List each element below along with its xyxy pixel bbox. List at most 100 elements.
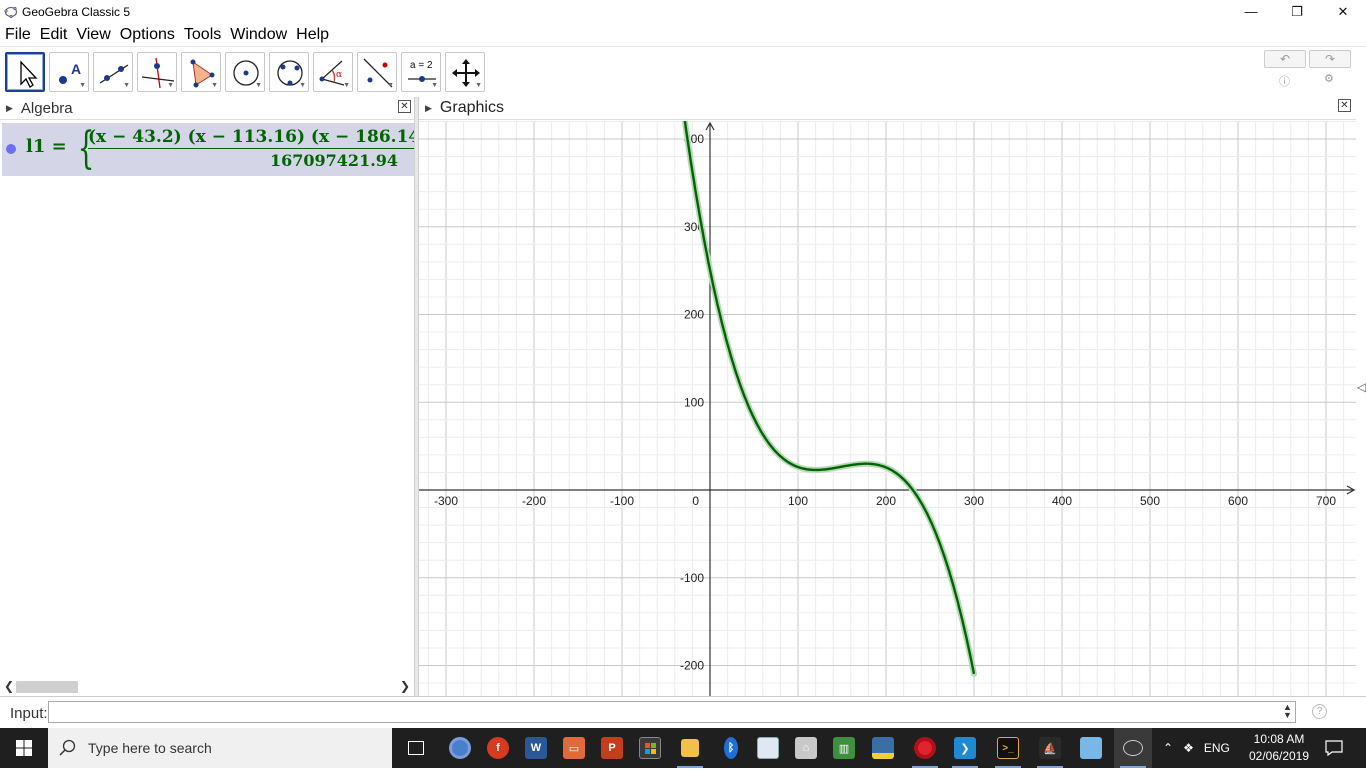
menu-file[interactable]: File — [1, 26, 35, 44]
input-bar: Input: ▲ ▼ ? — [0, 696, 1366, 728]
x-tick-label: 400 — [1052, 494, 1072, 508]
x-tick-label: 500 — [1140, 494, 1160, 508]
close-graphics-icon[interactable]: ✕ — [1338, 99, 1351, 112]
taskbar-app-ship[interactable]: ⛵ — [1031, 728, 1069, 768]
expand-triangle-icon[interactable]: ▶ — [425, 103, 432, 114]
scroll-left-icon[interactable]: ❮ — [4, 679, 14, 693]
x-tick-label: 600 — [1228, 494, 1248, 508]
y-tick-label: 100 — [684, 395, 704, 409]
taskbar-powerpoint[interactable]: P — [593, 728, 631, 768]
taskbar-flash[interactable]: f — [479, 728, 517, 768]
expand-triangle-icon[interactable]: ▶ — [6, 103, 13, 114]
graphics-canvas[interactable]: -300 -200 -100 0 100 200 300 400 500 600 700 400 300… — [419, 121, 1356, 696]
notepad-icon — [1080, 737, 1102, 759]
polygon-tool-button[interactable]: ▼ — [181, 52, 221, 92]
move-tool-button[interactable] — [5, 52, 45, 92]
algebra-item-name: l1 = — [26, 136, 67, 157]
taskbar-ssms[interactable]: ▭ — [555, 728, 593, 768]
x-tick-label: -300 — [434, 494, 458, 508]
input-field[interactable] — [48, 701, 1296, 723]
line-tool-button[interactable]: ▼ — [93, 52, 133, 92]
input-label: Input: — [10, 705, 48, 722]
taskbar-file-explorer[interactable] — [671, 728, 709, 768]
undo-icon: ↶ — [1279, 52, 1291, 66]
minimize-button[interactable]: — — [1228, 0, 1274, 23]
taskbar-vscode[interactable]: ❯ — [946, 728, 984, 768]
task-view-button[interactable] — [397, 728, 435, 768]
geogebra-icon — [1123, 740, 1143, 756]
scroll-thumb[interactable] — [16, 681, 78, 693]
tray-chevron-icon[interactable]: ⌃ — [1163, 741, 1173, 755]
algebra-item-l1[interactable]: l1 = { (x − 43.2) (x − 113.16) (x − 186.… — [2, 123, 414, 176]
y-tick-label: -200 — [680, 659, 704, 673]
app-window-icon — [757, 737, 779, 759]
windows-logo-icon — [16, 740, 32, 756]
svg-text:α: α — [336, 70, 342, 80]
terminal-icon: >_ — [997, 737, 1019, 759]
angle-tool-button[interactable]: α ▼ — [313, 52, 353, 92]
menu-help[interactable]: Help — [292, 26, 333, 44]
taskbar-bluetooth[interactable]: ᛒ — [712, 728, 750, 768]
redo-button[interactable]: ↷ — [1309, 50, 1351, 68]
chrome-icon — [449, 737, 471, 759]
algebra-numerator: (x − 43.2) (x − 113.16) (x − 186.14) (x — [88, 127, 414, 147]
slider-tool-button[interactable]: a = 2 ▼ — [401, 52, 441, 92]
taskbar-terminal[interactable]: >_ — [989, 728, 1027, 768]
menu-options[interactable]: Options — [116, 26, 179, 44]
taskbar-app-blue[interactable] — [749, 728, 787, 768]
menu-view[interactable]: View — [72, 26, 114, 44]
taskbar-app-pen[interactable] — [1072, 728, 1110, 768]
settings-gear-icon[interactable]: ⚙ — [1324, 72, 1334, 85]
taskbar-word[interactable]: W — [517, 728, 555, 768]
taskbar-app-house[interactable]: ⌂ — [787, 728, 825, 768]
x-tick-label: 200 — [876, 494, 896, 508]
algebra-denominator: 167097421.94 — [270, 151, 399, 170]
taskbar-opera[interactable] — [906, 728, 944, 768]
algebra-view: l1 = { (x − 43.2) (x − 113.16) (x − 186.… — [0, 120, 414, 678]
undo-button[interactable]: ↶ — [1264, 50, 1306, 68]
x-tick-label: 300 — [964, 494, 984, 508]
x-tick-label: 0 — [692, 494, 699, 508]
flash-icon: f — [487, 737, 509, 759]
menu-window[interactable]: Window — [226, 26, 291, 44]
taskbar-chrome[interactable] — [441, 728, 479, 768]
powerpoint-icon: P — [601, 737, 623, 759]
perpendicular-tool-button[interactable]: ▼ — [137, 52, 177, 92]
help-icon[interactable]: ⓘ — [1279, 73, 1290, 89]
store-icon — [639, 737, 661, 759]
menu-edit[interactable]: Edit — [36, 26, 72, 44]
visibility-toggle[interactable] — [6, 144, 16, 154]
move-graphics-button[interactable]: ▼ — [445, 52, 485, 92]
restore-button[interactable]: ❐ — [1274, 0, 1320, 23]
taskbar-geogebra[interactable] — [1114, 728, 1152, 768]
input-history-arrows-icon[interactable]: ▲ ▼ — [1283, 703, 1292, 720]
taskbar-store[interactable] — [631, 728, 669, 768]
conic-tool-button[interactable]: ▼ — [269, 52, 309, 92]
start-button[interactable] — [0, 728, 48, 768]
taskbar-search-box[interactable]: Type here to search — [48, 728, 392, 768]
point-tool-button[interactable]: A ▼ — [49, 52, 89, 92]
algebra-horizontal-scrollbar[interactable]: ❮ ❯ — [0, 678, 414, 696]
input-help-icon[interactable]: ? — [1312, 704, 1327, 719]
circle-tool-button[interactable]: ▼ — [225, 52, 265, 92]
action-center[interactable] — [1325, 728, 1343, 768]
search-placeholder: Type here to search — [88, 740, 212, 756]
taskbar-clock[interactable]: 10:08 AM 02/06/2019 — [1244, 731, 1314, 765]
dropbox-icon[interactable]: ❖ — [1183, 741, 1194, 755]
bluetooth-icon: ᛒ — [724, 737, 738, 759]
taskbar-app-chart[interactable]: ▥ — [825, 728, 863, 768]
x-tick-label: -100 — [610, 494, 634, 508]
taskbar-python[interactable] — [864, 728, 902, 768]
close-window-button[interactable]: ✕ — [1320, 0, 1366, 23]
scroll-right-icon[interactable]: ❯ — [400, 679, 410, 693]
slider-label: a = 2 — [410, 60, 433, 71]
clock-time: 10:08 AM — [1253, 732, 1305, 746]
house-icon: ⌂ — [795, 737, 817, 759]
collapse-side-arrow-icon[interactable]: ◁ — [1357, 380, 1366, 394]
language-indicator[interactable]: ENG — [1204, 741, 1230, 755]
vscode-icon: ❯ — [954, 737, 976, 759]
graph-svg[interactable]: -300 -200 -100 0 100 200 300 400 500 600 700400300… — [419, 121, 1356, 696]
reflect-tool-button[interactable]: ▼ — [357, 52, 397, 92]
menu-tools[interactable]: Tools — [180, 26, 225, 44]
close-algebra-icon[interactable]: ✕ — [398, 100, 411, 113]
